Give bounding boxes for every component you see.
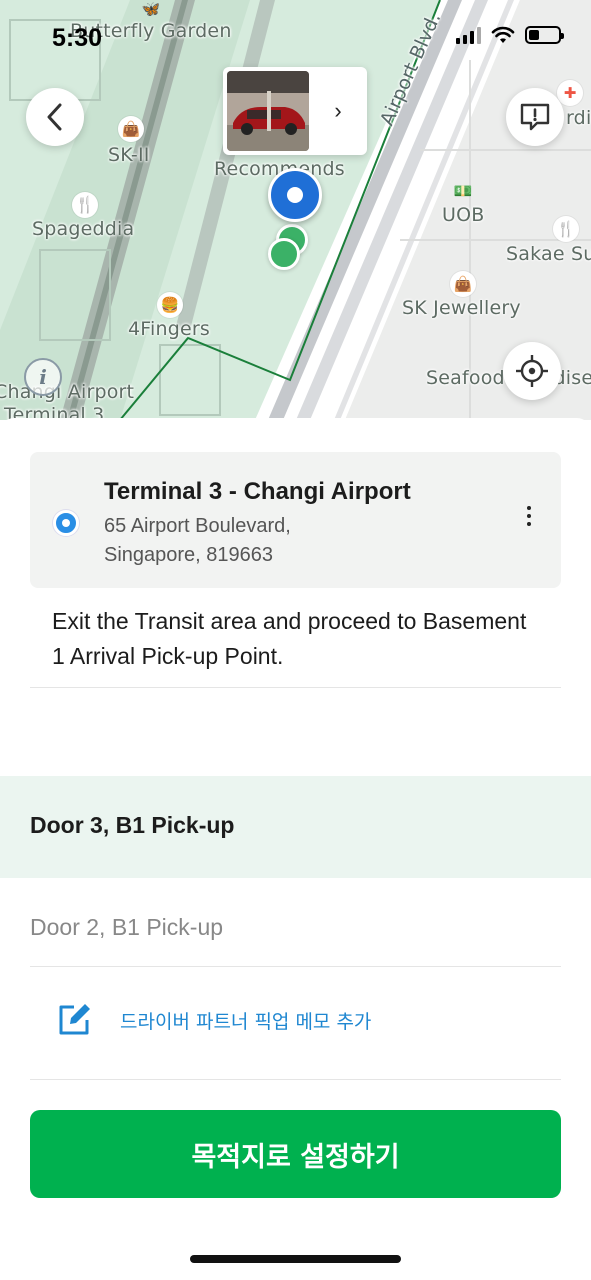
cellular-signal-icon	[456, 26, 481, 44]
map-label-cardi: rdi	[566, 107, 591, 129]
chevron-right-icon: ›	[334, 98, 342, 123]
map-label-changi-airport: Changi Airport	[0, 381, 135, 403]
map-label-sakae: Sakae Su	[506, 243, 591, 265]
place-card[interactable]: Terminal 3 - Changi Airport 65 Airport B…	[30, 452, 561, 588]
status-bar: 5:30	[0, 0, 591, 70]
place-address: 65 Airport Boulevard, Singapore, 819663	[104, 512, 434, 570]
report-icon	[520, 103, 550, 131]
pickup-option[interactable]: Door 2, B1 Pick-up	[30, 914, 223, 941]
recenter-location-button[interactable]	[503, 342, 561, 400]
add-pickup-memo-button[interactable]: 드라이버 파트너 픽업 메모 추가	[56, 1002, 371, 1038]
back-button[interactable]	[26, 88, 84, 146]
location-photo	[227, 71, 309, 151]
add-pickup-memo-label: 드라이버 파트너 픽업 메모 추가	[120, 1010, 372, 1033]
divider	[30, 1079, 561, 1080]
map-label-spageddia: Spageddia	[32, 218, 135, 240]
pickup-option-selected[interactable]: Door 3, B1 Pick-up	[0, 776, 591, 878]
crosshair-icon	[516, 355, 548, 387]
home-indicator[interactable]	[190, 1255, 401, 1263]
place-name: Terminal 3 - Changi Airport	[104, 478, 411, 505]
map-label-4fingers: 4Fingers	[128, 318, 211, 340]
restaurant-icon: 🍴	[72, 192, 98, 218]
location-dot-icon	[53, 510, 79, 536]
info-icon[interactable]: i	[24, 358, 62, 396]
report-issue-button[interactable]	[506, 88, 564, 146]
map-view[interactable]: Butterfly Garden SK-II Spageddia 4Finger…	[0, 0, 591, 420]
map-label-uob: UOB	[442, 204, 485, 226]
address-line-1: 65 Airport Boulevard,	[104, 515, 291, 537]
status-time: 5:30	[52, 24, 103, 52]
selected-location-pin[interactable]	[268, 168, 322, 222]
burger-icon: 🍔	[157, 292, 183, 318]
pickup-option-label: Door 3, B1 Pick-up	[30, 812, 235, 838]
divider	[30, 687, 561, 688]
pharmacy-icon: ✚	[557, 80, 583, 106]
bank-icon: 💵	[453, 183, 473, 200]
address-line-2: Singapore, 819663	[104, 544, 274, 566]
wifi-icon	[491, 26, 515, 43]
nearby-pickup-pin[interactable]	[268, 238, 300, 270]
pickup-instruction: Exit the Transit area and proceed to Bas…	[52, 608, 527, 669]
map-label-sk-jewellery: SK Jewellery	[402, 297, 521, 319]
shopping-bag-icon: 👜	[118, 116, 144, 142]
more-options-icon[interactable]	[527, 506, 531, 526]
location-photo-card[interactable]: ›	[223, 67, 367, 155]
restaurant-icon: 🍴	[553, 216, 579, 242]
shopping-bag-icon: 👜	[450, 271, 476, 297]
location-details-sheet: Terminal 3 - Changi Airport 65 Airport B…	[0, 418, 591, 1280]
battery-icon	[525, 26, 564, 44]
set-destination-button[interactable]: 목적지로 설정하기	[30, 1110, 561, 1198]
divider	[30, 966, 561, 967]
edit-note-icon	[59, 1004, 90, 1035]
chevron-left-icon	[47, 103, 62, 131]
map-label-sk-ii: SK-II	[108, 144, 150, 166]
